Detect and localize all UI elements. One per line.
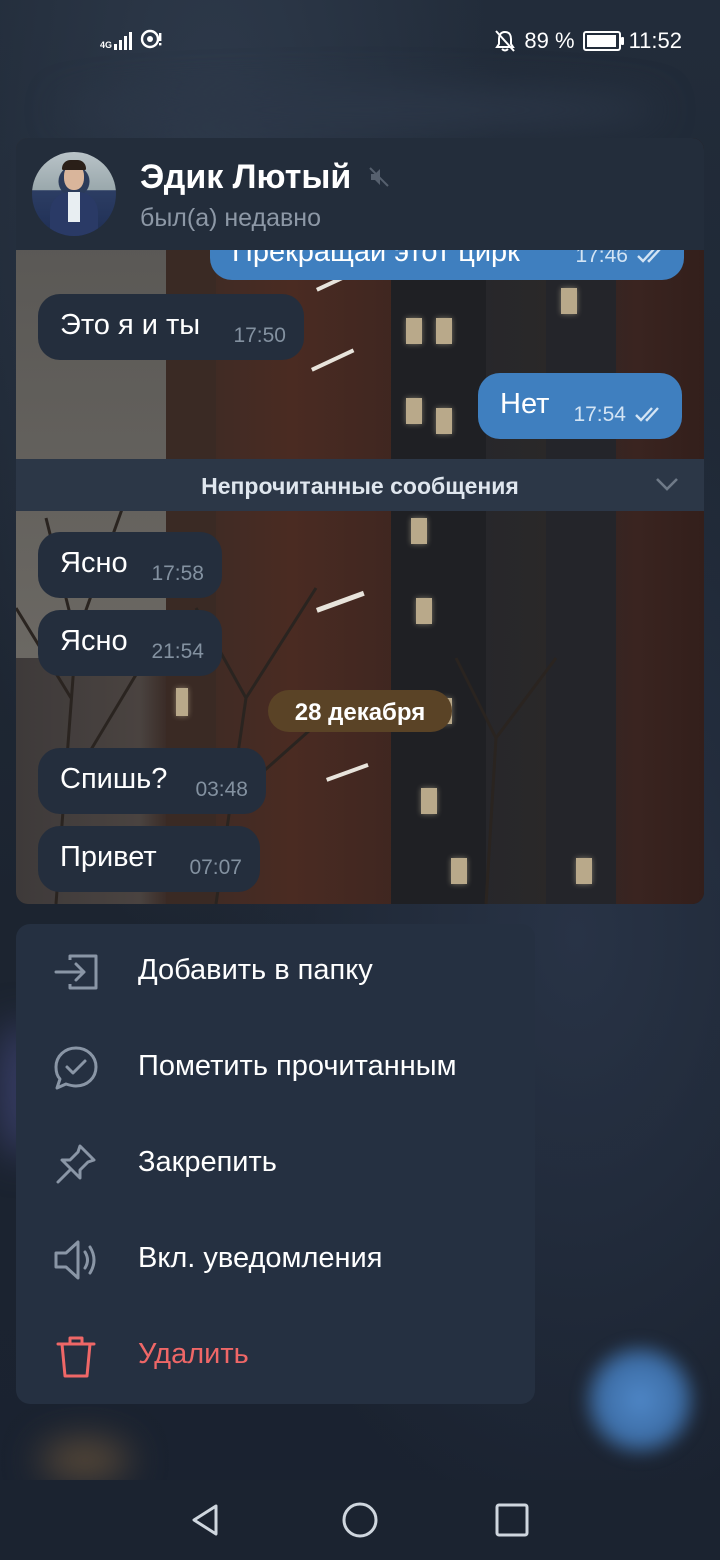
folder-add-icon xyxy=(54,954,98,990)
menu-item-label: Пометить прочитанным xyxy=(138,1050,457,1082)
menu-item-mark-read[interactable]: Пометить прочитанным xyxy=(16,1020,535,1116)
message-time: 17:50 xyxy=(233,324,286,347)
message-time: 21:54 xyxy=(151,640,204,663)
speaker-icon xyxy=(54,1240,96,1280)
system-navigation-bar xyxy=(0,1480,720,1560)
message-incoming[interactable]: Ясно 21:54 xyxy=(38,610,222,676)
compose-button-blurred xyxy=(580,1340,700,1460)
recents-icon[interactable] xyxy=(492,1500,532,1540)
date-separator: 28 декабря xyxy=(268,690,452,732)
battery-icon xyxy=(582,31,624,51)
clock: 11:52 xyxy=(628,28,682,53)
menu-item-label: Удалить xyxy=(138,1338,249,1370)
message-time: 07:07 xyxy=(189,856,242,879)
message-incoming[interactable]: Ясно 17:58 xyxy=(38,532,222,598)
menu-item-label: Закрепить xyxy=(138,1146,277,1178)
back-icon[interactable] xyxy=(186,1500,226,1540)
message-incoming[interactable]: Спишь? 03:48 xyxy=(38,748,266,814)
pin-icon xyxy=(56,1144,96,1184)
chat-name: Эдик Лютый xyxy=(140,158,352,196)
menu-item-label: Вкл. уведомления xyxy=(138,1242,383,1274)
message-text: Спишь? xyxy=(60,763,168,795)
network-type: 4G xyxy=(100,40,113,50)
date-label: 28 декабря xyxy=(294,699,426,726)
message-time: 17:58 xyxy=(151,562,204,585)
message-time: 03:48 xyxy=(195,778,248,801)
signal-icon xyxy=(114,30,133,50)
unread-messages-divider: Непрочитанные сообщения xyxy=(16,459,704,511)
message-incoming[interactable]: Это я и ты 17:50 xyxy=(38,294,304,360)
read-checks-icon xyxy=(635,407,659,422)
message-text: Привет xyxy=(60,841,157,873)
chat-header[interactable]: Эдик Лютый был(а) недавно xyxy=(16,138,704,250)
notifications-off-icon xyxy=(495,30,516,52)
chat-preview[interactable]: Эдик Лютый был(а) недавно Прекращай этот… xyxy=(16,138,704,904)
battery-percent: 89 % xyxy=(524,28,575,53)
message-text: Нет xyxy=(500,388,550,420)
message-text: Это я и ты xyxy=(60,309,201,341)
unread-label: Непрочитанные сообщения xyxy=(201,473,519,499)
chat-context-menu: Добавить в папку Пометить прочитанным За… xyxy=(16,924,535,1404)
message-outgoing[interactable]: Нет 17:54 xyxy=(478,373,682,439)
home-icon[interactable] xyxy=(340,1500,380,1540)
nfc-icon xyxy=(140,29,162,49)
message-time: 17:54 xyxy=(573,403,626,426)
menu-item-unmute[interactable]: Вкл. уведомления xyxy=(16,1212,535,1308)
menu-item-pin[interactable]: Закрепить xyxy=(16,1116,535,1212)
trash-icon xyxy=(56,1336,96,1378)
muted-icon xyxy=(369,167,389,187)
mark-read-icon xyxy=(54,1046,98,1090)
chevron-down-icon[interactable] xyxy=(654,475,680,493)
menu-item-delete[interactable]: Удалить xyxy=(16,1308,535,1404)
message-text: Ясно xyxy=(60,547,128,579)
message-text: Ясно xyxy=(60,625,128,657)
avatar[interactable] xyxy=(32,152,116,236)
message-incoming[interactable]: Привет 07:07 xyxy=(38,826,260,892)
chat-status: был(а) недавно xyxy=(140,204,322,232)
menu-item-label: Добавить в папку xyxy=(138,954,373,986)
menu-item-add-to-folder[interactable]: Добавить в папку xyxy=(16,924,535,1020)
status-bar: 4G 89 % 11:52 xyxy=(0,0,720,84)
